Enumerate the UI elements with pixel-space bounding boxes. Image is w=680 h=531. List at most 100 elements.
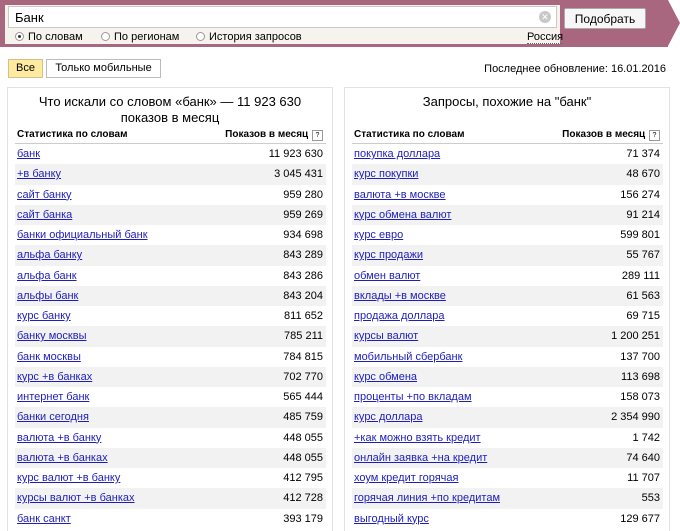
table-row: +в банку 3 045 431 [15,164,326,185]
phrase-link[interactable]: банки официальный банк [17,229,148,241]
phrase-link[interactable]: альфы банк [17,290,78,302]
phrase-link[interactable]: курс обмена валют [354,209,451,221]
phrase-link[interactable]: валюта +в москве [354,189,446,201]
related-words-card: Что искали со словом «банк» — 11 923 630… [7,87,333,531]
table-row: валюта +в банку 448 055 [15,428,326,448]
phrase-link[interactable]: банк санкт [17,513,71,525]
phrase-link[interactable]: продажа доллара [354,310,445,322]
phrase-link[interactable]: валюта +в банку [17,432,101,444]
table-row: валюта +в москве 156 274 [352,185,663,205]
card-title-line: Что искали со словом «банк» — 11 923 630 [38,94,302,109]
table-row: курс доллара 2 354 990 [352,407,663,428]
column-count: Показов в месяц ? [225,129,323,141]
region-selector[interactable]: Россия [527,31,564,44]
impressions-count: 784 815 [283,350,323,363]
phrase-link[interactable]: курсы валют +в банках [17,492,135,504]
phrase-link[interactable]: покупка доллара [354,148,440,160]
impressions-count: 811 652 [284,310,323,322]
table-row: альфы банк 843 204 [15,285,326,306]
impressions-count: 129 677 [620,512,660,525]
impressions-count: 565 444 [283,391,323,403]
phrase-link[interactable]: банку москвы [17,330,86,342]
phrase-link[interactable]: +в банку [17,168,61,180]
radio-selected-icon [15,32,24,41]
phrase-link[interactable]: горячая линия +по кредитам [354,492,500,504]
mode-history[interactable]: История запросов [196,31,302,43]
submit-button[interactable]: Подобрать [564,8,646,29]
phrase-link[interactable]: мобильный сбербанк [354,351,462,363]
phrase-link[interactable]: альфа банк [17,270,77,282]
impressions-count: 393 179 [283,512,323,525]
impressions-count: 448 055 [283,451,323,464]
table-row: сайт банку 959 280 [15,185,326,205]
phrase-link[interactable]: курс доллара [354,411,422,423]
phrase-link[interactable]: онлайн заявка +на кредит [354,452,487,464]
phrase-link[interactable]: курсы валют [354,330,418,342]
impressions-count: 599 801 [620,229,660,241]
help-icon[interactable]: ? [649,130,660,141]
mode-by-words[interactable]: По словам [15,31,83,43]
column-count: Показов в месяц ? [562,129,660,141]
impressions-count: 71 374 [626,148,660,160]
phrase-link[interactable]: интернет банк [17,391,89,403]
impressions-count: 91 214 [626,208,660,221]
mode-label: История запросов [209,31,302,43]
help-icon[interactable]: ? [312,130,323,141]
table-row: курсы валют +в банках 412 728 [15,488,326,509]
impressions-count: 156 274 [620,188,660,201]
column-count-label: Показов в месяц [225,129,309,140]
phrase-link[interactable]: валюта +в банках [17,452,108,464]
search-field[interactable]: ✕ [8,6,557,28]
impressions-count: 2 354 990 [611,411,660,424]
table-row: проценты +по вкладам 158 073 [352,387,663,407]
phrase-link[interactable]: курс евро [354,229,403,241]
impressions-count: 485 759 [283,411,323,424]
filter-mobile-button[interactable]: Только мобильные [46,59,161,78]
header-arrow [668,0,680,46]
phrase-link[interactable]: банки сегодня [17,411,89,423]
mode-label: По регионам [114,31,180,43]
table-row: курс валют +в банку 412 795 [15,468,326,488]
table-row: сайт банка 959 269 [15,204,326,225]
impressions-count: 1 200 251 [611,330,660,343]
phrase-link[interactable]: сайт банку [17,189,72,201]
phrase-link[interactable]: альфа банку [17,249,82,261]
impressions-count: 113 698 [621,370,660,383]
impressions-count: 158 073 [620,391,660,403]
phrase-link[interactable]: банк москвы [17,351,81,363]
phrase-link[interactable]: выгодный курс [354,513,429,525]
impressions-count: 55 767 [626,249,660,262]
similar-queries-card: Запросы, похожие на "банк" Статистика по… [344,87,670,531]
phrase-link[interactable]: хоум кредит горячая [354,472,458,484]
search-input[interactable] [9,7,541,27]
phrase-link[interactable]: обмен валют [354,270,420,282]
impressions-count: 74 640 [626,451,660,464]
impressions-count: 412 795 [283,472,323,484]
table-row: валюта +в банках 448 055 [15,447,326,468]
phrase-link[interactable]: курс обмена [354,371,417,383]
phrase-link[interactable]: курс валют +в банку [17,472,120,484]
table-row: альфа банк 843 286 [15,266,326,286]
phrase-link[interactable]: банк [17,148,40,160]
table-row: банки сегодня 485 759 [15,407,326,428]
table-row: банк санкт 393 179 [15,509,326,529]
table-row: вклады +в москве 61 563 [352,285,663,306]
column-words: Статистика по словам [17,129,128,140]
phrase-link[interactable]: курс продажи [354,249,423,261]
table-header: Статистика по словам Показов в месяц ? [15,129,326,144]
phrase-link[interactable]: сайт банка [17,209,72,221]
table-row: банк 11 923 630 [15,144,326,164]
phrase-link[interactable]: курс банку [17,310,71,322]
filter-all-button[interactable]: Все [8,59,43,78]
phrase-link[interactable]: проценты +по вкладам [354,391,472,403]
clear-icon[interactable]: ✕ [539,11,551,23]
phrase-link[interactable]: +как можно взять кредит [354,432,481,444]
table-row: онлайн заявка +на кредит 74 640 [352,447,663,468]
last-updated: Последнее обновление: 16.01.2016 [484,63,666,75]
phrase-link[interactable]: курс +в банках [17,371,92,383]
table-row: альфа банку 843 289 [15,245,326,266]
phrase-link[interactable]: курс покупки [354,168,418,180]
impressions-count: 412 728 [283,492,323,505]
phrase-link[interactable]: вклады +в москве [354,290,446,302]
mode-by-regions[interactable]: По регионам [101,31,179,43]
